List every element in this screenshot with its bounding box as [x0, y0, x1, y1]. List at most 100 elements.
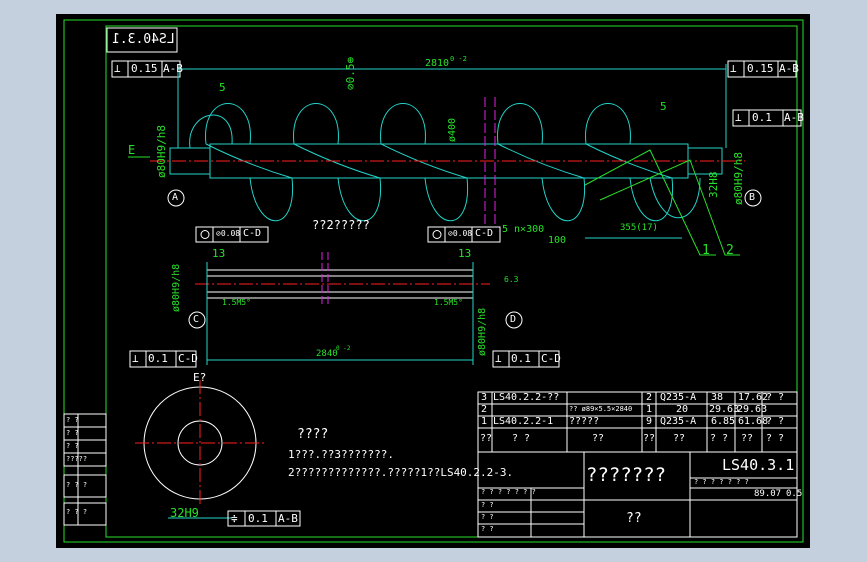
- bom-row-1-material: Q235-A: [660, 416, 697, 427]
- bom-row-1-unit-w: 6.85: [711, 416, 736, 427]
- bom-row-3-no: 3: [481, 392, 488, 403]
- fcf-right-1-datum: A-B: [784, 111, 804, 124]
- leader-2-label: 2: [726, 243, 734, 258]
- note-2: 2?????????????.?????1??LS40.2.2-3.: [288, 466, 514, 479]
- bom-row-2-unit-w: 29.63: [709, 404, 740, 415]
- bom-row-1-name: ?????: [569, 416, 600, 427]
- drawing-viewport: LS40.3.1 ⊥ 0.15 A-B ⊥ 0.15 A-B ⊥ 0.1 A-B…: [0, 0, 867, 562]
- bom-row-3-qty: 2: [646, 392, 653, 403]
- bom-row-1-qty: 9: [646, 416, 653, 427]
- dim-total-label: 2810: [425, 58, 450, 69]
- bom-row-3-total-w: 17.62: [738, 392, 769, 403]
- bom-row-1-total-w: 61.68: [738, 416, 769, 427]
- notes-title: ????: [297, 427, 329, 442]
- fcf-bottom-left-tol: 0.1: [148, 352, 168, 365]
- weight: 89.07: [754, 489, 782, 499]
- bom-row-2-total-w: 29.63: [737, 404, 768, 415]
- fcf-c1-datum: C-D: [243, 228, 262, 239]
- company: ??: [626, 511, 642, 526]
- note-1: 1???.??3???????.: [288, 448, 394, 461]
- side-label-3: ? ?: [66, 442, 79, 450]
- chamfer-left: 1.5M5°: [222, 298, 251, 307]
- bom-header-qty: ??: [643, 433, 656, 444]
- fcf-top-right-datum: A-B: [779, 62, 799, 75]
- weld-5-right: 5: [660, 100, 667, 113]
- side-label-2: ? ?: [66, 429, 79, 437]
- fcf-top-right-tol: 0.15: [747, 62, 774, 75]
- fcf-c2-tol: ⊘0.08: [448, 229, 473, 238]
- drawing-code: LS40.3.1: [722, 456, 795, 474]
- side-label-1: ? ?: [66, 416, 79, 424]
- datum-C: C: [193, 314, 200, 325]
- weld-5-left: 5: [219, 81, 226, 94]
- fcf-section-datum: A-B: [278, 512, 298, 525]
- fcf-top-left-datum: A-B: [163, 62, 183, 75]
- bom-row-2-qty: 1: [646, 404, 653, 415]
- dim-shaft-len: 2840: [316, 349, 338, 359]
- bom-row-1-note: ? ?: [766, 416, 785, 427]
- dim-32h8: 32H8: [707, 171, 720, 199]
- scale: 0.5: [786, 489, 803, 499]
- section-view-label: E?: [193, 371, 207, 384]
- section-E-label: E: [128, 143, 136, 157]
- weld-note: 5 n×300: [502, 224, 545, 235]
- bom-row-3-note: ? ?: [766, 392, 785, 403]
- dim-pitch-note: ⊘0.5⊕: [344, 56, 357, 90]
- fcf-right-1-symbol: ⊥: [735, 111, 742, 124]
- drawing-name: ???????: [586, 464, 667, 486]
- bom-row-3-unit-w: 38: [711, 392, 724, 403]
- fcf-top-right-symbol: ⊥: [730, 62, 737, 75]
- sign-row-2: ? ?: [481, 501, 494, 509]
- side-label-4: ?????: [66, 455, 88, 463]
- fcf-bottom-left-symbol: ⊥: [132, 352, 139, 365]
- bom-header-code: ? ?: [512, 433, 531, 444]
- fcf-c2-datum: C-D: [475, 228, 494, 239]
- bom-header-no: ??: [480, 433, 493, 444]
- datum-A: A: [172, 192, 179, 203]
- datum-D: D: [510, 314, 517, 325]
- bom-header-material: ??: [673, 433, 686, 444]
- sign-row-3: ? ?: [481, 513, 494, 521]
- dim-shaft-tol: 0 -2: [336, 345, 351, 352]
- bom-header-total-w: ??: [741, 433, 754, 444]
- bom-row-2-material: 20: [676, 404, 689, 415]
- dim-fit-c: ø80H9/h8: [171, 263, 182, 312]
- dim-fit-left: ø80H9/h8: [155, 125, 168, 178]
- bom-header-name: ??: [592, 433, 605, 444]
- side-label-6: ? ? ?: [66, 508, 88, 516]
- leader-1-label: 1: [702, 243, 710, 258]
- fcf-right-1-tol: 0.1: [752, 111, 772, 124]
- dim-13-left: 13: [212, 247, 226, 260]
- fcf-section-symbol: ≑: [231, 512, 238, 525]
- bom-row-3-code: LS40.2.2-??: [493, 392, 560, 403]
- bom-row-2-name: ?? ø89×5.5×2840: [569, 405, 633, 413]
- scale-row: ? ? ? ? ? ? ?: [694, 478, 749, 486]
- bom-header-note: ? ?: [766, 433, 785, 444]
- bom-row-1-code: LS40.2.2-1: [493, 416, 554, 427]
- weld-angle: 100: [548, 235, 567, 246]
- fcf-top-left-symbol: ⊥: [114, 62, 121, 75]
- fcf-bottom-left-datum: C-D: [178, 352, 198, 365]
- sign-row-1: ? ? ? ? ? ? ?: [481, 488, 536, 496]
- bom-row-3-material: Q235-A: [660, 392, 697, 403]
- bom-row-1-no: 1: [481, 416, 488, 427]
- view-title-shaft: ??2?????: [312, 218, 370, 232]
- side-label-5: ? ? ?: [66, 481, 88, 489]
- dim-fit-d: ø80H9/h8: [477, 307, 488, 356]
- dim-total-tol: 0 -2: [450, 55, 467, 63]
- datum-B: B: [749, 192, 756, 203]
- bom-row-2-no: 2: [481, 404, 488, 415]
- sign-row-4: ? ?: [481, 525, 494, 533]
- dim-32h9: 32H9: [170, 506, 199, 520]
- dim-13-right: 13: [458, 247, 472, 260]
- fcf-bottom-right-datum: C-D: [541, 352, 561, 365]
- roughness: 6.3: [504, 275, 519, 284]
- chamfer-right: 1.5M5°: [434, 298, 463, 307]
- bom-header-unit-w: ? ?: [710, 433, 729, 444]
- fcf-bottom-right-symbol: ⊥: [495, 352, 502, 365]
- fcf-top-left-tol: 0.15: [131, 62, 158, 75]
- dim-fit-right: ø80H9/h8: [732, 152, 745, 205]
- fcf-bottom-right-tol: 0.1: [511, 352, 531, 365]
- mirrored-code: LS40.3.1: [112, 32, 175, 47]
- fcf-section-tol: 0.1: [248, 512, 268, 525]
